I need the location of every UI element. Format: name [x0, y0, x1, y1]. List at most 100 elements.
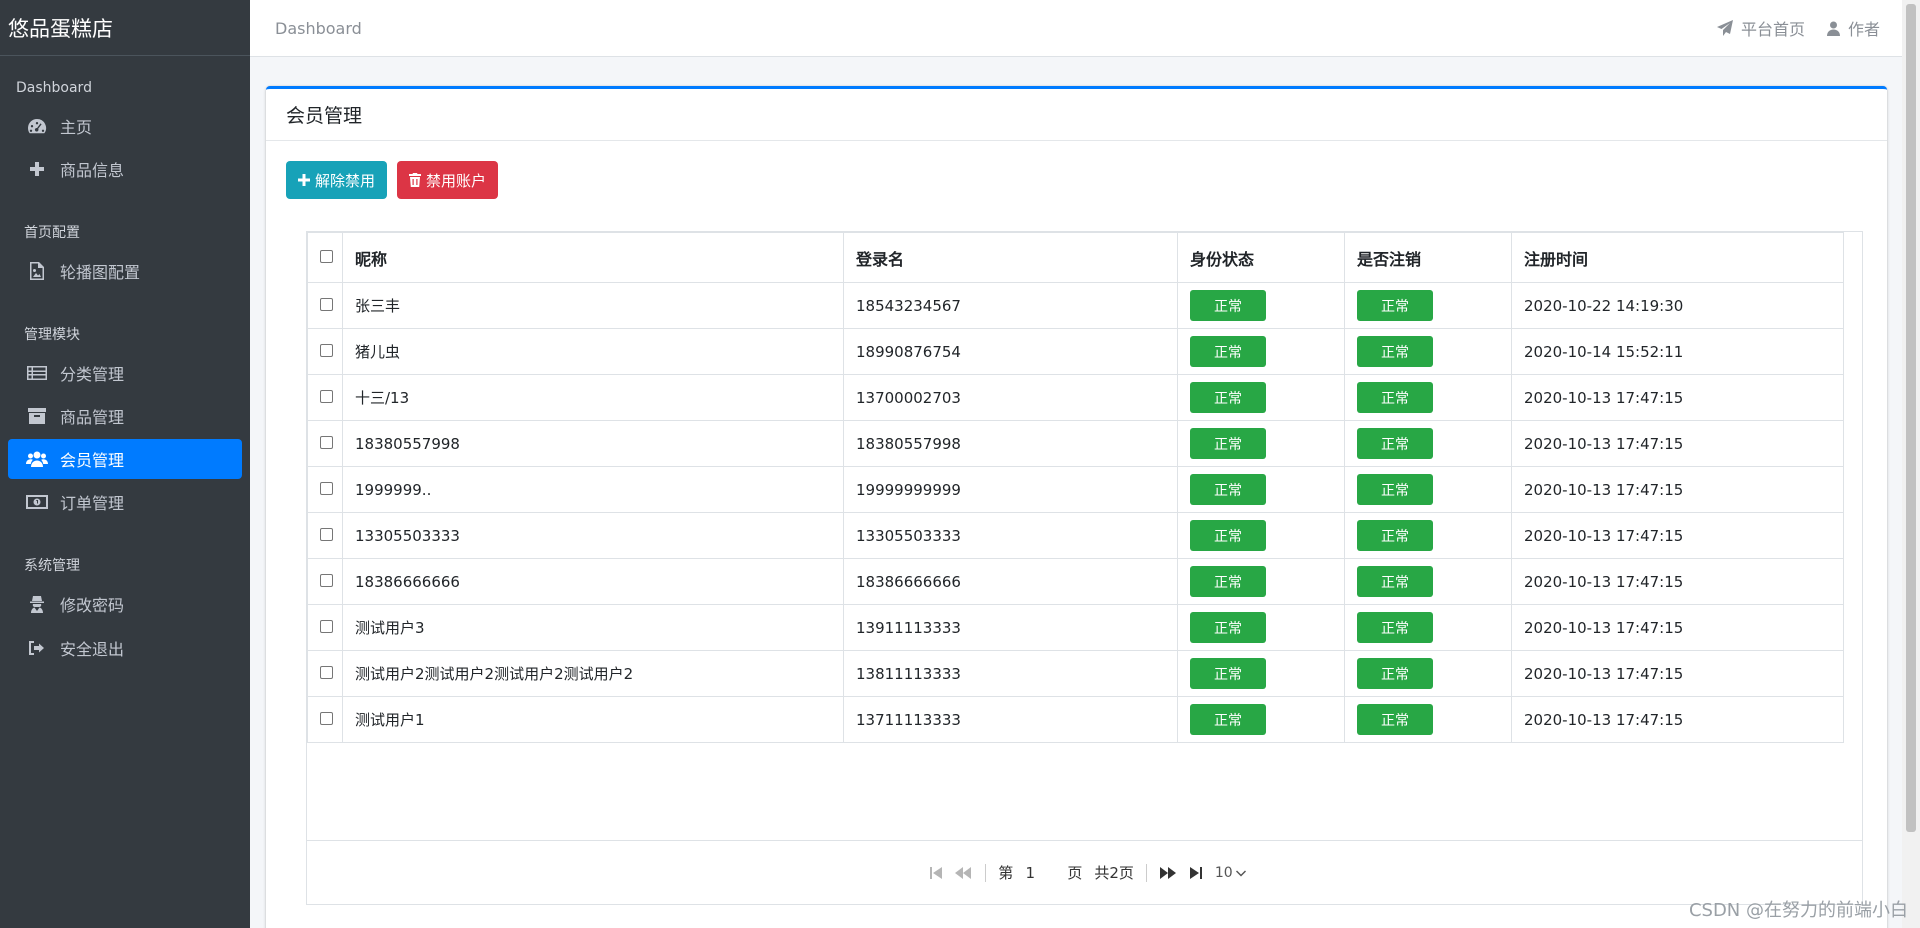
row-checkbox[interactable] [320, 435, 333, 449]
sidebar-item-label: 会员管理 [60, 451, 125, 470]
action-buttons: 解除禁用 禁用账户 [286, 161, 508, 199]
register-time-cell: 2020-10-13 17:47:15 [1511, 466, 1844, 513]
table-row[interactable]: 测试用户2测试用户2测试用户2测试用户2 13811113333 正常 正常 2020-… [307, 650, 1844, 697]
row-checkbox[interactable] [320, 343, 333, 357]
deleted-cell: 正常 [1344, 512, 1512, 559]
table-row[interactable]: 1999999.. 19999999999 正常 正常 2020-10-13 17:47… [307, 466, 1844, 513]
register-time-cell: 2020-10-13 17:47:15 [1511, 558, 1844, 605]
brand-title[interactable]: 悠品蛋糕店 [0, 0, 250, 56]
row-checkbox[interactable] [320, 527, 333, 541]
page-scrollbar[interactable] [1902, 0, 1920, 928]
deleted-badge[interactable]: 正常 [1357, 474, 1433, 505]
row-select-cell [307, 650, 343, 697]
first-page-button[interactable] [929, 866, 943, 880]
page-size-select[interactable]: 10 [1215, 865, 1246, 881]
login-cell: 18990876754 [843, 328, 1178, 375]
nickname-cell: 18386666666 [342, 558, 844, 605]
next-page-button[interactable] [1159, 866, 1177, 880]
sidebar-item-carousel[interactable]: 轮播图配置 [8, 251, 242, 291]
deleted-badge[interactable]: 正常 [1357, 566, 1433, 597]
status-badge[interactable]: 正常 [1190, 382, 1266, 413]
table-row[interactable]: 测试用户3 13911113333 正常 正常 2020-10-13 17:47:15 [307, 604, 1844, 651]
status-badge[interactable]: 正常 [1190, 566, 1266, 597]
deleted-cell: 正常 [1344, 328, 1512, 375]
row-checkbox[interactable] [320, 297, 333, 311]
deleted-badge[interactable]: 正常 [1357, 336, 1433, 367]
status-badge[interactable]: 正常 [1190, 704, 1266, 735]
deleted-badge[interactable]: 正常 [1357, 290, 1433, 321]
status-cell: 正常 [1177, 558, 1345, 605]
row-checkbox[interactable] [320, 389, 333, 403]
table-row[interactable]: 13305503333 13305503333 正常 正常 2020-10-13 17:… [307, 512, 1844, 559]
nickname-cell: 猪儿虫 [342, 328, 844, 375]
table-row[interactable]: 18386666666 18386666666 正常 正常 2020-10-13 17:… [307, 558, 1844, 605]
deleted-cell: 正常 [1344, 650, 1512, 697]
sidebar-item-order[interactable]: 订单管理 [8, 482, 242, 522]
sidebar-item-goods-info[interactable]: 商品信息 [8, 149, 242, 189]
platform-home-link[interactable]: 平台首页 [1716, 16, 1805, 40]
table-row[interactable]: 十三/13 13700002703 正常 正常 2020-10-13 17:47:15 [307, 374, 1844, 421]
header-register-time[interactable]: 注册时间 [1511, 232, 1844, 283]
sidebar-section-system: 系统管理 [24, 558, 80, 574]
deleted-badge[interactable]: 正常 [1357, 704, 1433, 735]
sidebar-item-category[interactable]: 分类管理 [8, 353, 242, 393]
header-status[interactable]: 身份状态 [1177, 232, 1345, 283]
row-checkbox[interactable] [320, 619, 333, 633]
status-badge[interactable]: 正常 [1190, 612, 1266, 643]
sidebar-section-home-config: 首页配置 [24, 225, 80, 241]
table-row[interactable]: 张三丰 18543234567 正常 正常 2020-10-22 14:19:30 [307, 282, 1844, 329]
deleted-badge[interactable]: 正常 [1357, 382, 1433, 413]
status-cell: 正常 [1177, 512, 1345, 559]
sidebar-item-member[interactable]: 会员管理 [8, 439, 242, 479]
status-badge[interactable]: 正常 [1190, 290, 1266, 321]
first-page-icon [930, 866, 943, 879]
sidebar-item-change-password[interactable]: 修改密码 [8, 584, 242, 624]
status-badge[interactable]: 正常 [1190, 428, 1266, 459]
row-checkbox[interactable] [320, 481, 333, 495]
page-number-input[interactable]: 1 [1013, 864, 1047, 882]
breadcrumb[interactable]: Dashboard [275, 19, 362, 38]
row-checkbox[interactable] [320, 573, 333, 587]
register-time-cell: 2020-10-13 17:47:15 [1511, 512, 1844, 559]
table-row[interactable]: 猪儿虫 18990876754 正常 正常 2020-10-14 15:52:11 [307, 328, 1844, 375]
author-link[interactable]: 作者 [1826, 16, 1880, 40]
table-row[interactable]: 18380557998 18380557998 正常 正常 2020-10-13 17:… [307, 420, 1844, 467]
deleted-badge[interactable]: 正常 [1357, 658, 1433, 689]
ban-account-button[interactable]: 禁用账户 [397, 161, 499, 199]
deleted-badge[interactable]: 正常 [1357, 520, 1433, 551]
nickname-cell: 十三/13 [342, 374, 844, 421]
status-badge[interactable]: 正常 [1190, 658, 1266, 689]
member-management-card: 会员管理 解除禁用 禁用账户 昵称 登录名 身份状态 是否注销 注册时间 张三丰… [266, 86, 1887, 928]
sidebar-item-home[interactable]: 主页 [8, 106, 242, 146]
row-checkbox[interactable] [320, 665, 333, 679]
unban-button[interactable]: 解除禁用 [286, 161, 388, 199]
author-label: 作者 [1847, 20, 1880, 39]
login-cell: 18543234567 [843, 282, 1178, 329]
prev-page-button[interactable] [955, 866, 973, 880]
status-badge[interactable]: 正常 [1190, 520, 1266, 551]
page-prefix: 第 [998, 864, 1014, 882]
pager-separator [985, 863, 987, 882]
sidebar-item-logout[interactable]: 安全退出 [8, 628, 242, 668]
deleted-cell: 正常 [1344, 374, 1512, 421]
user-icon [1826, 21, 1840, 36]
last-page-button[interactable] [1189, 866, 1203, 880]
select-all-checkbox[interactable] [320, 250, 333, 263]
status-cell: 正常 [1177, 604, 1345, 651]
status-cell: 正常 [1177, 650, 1345, 697]
header-deleted[interactable]: 是否注销 [1344, 232, 1512, 283]
header-nickname[interactable]: 昵称 [342, 232, 844, 283]
scrollbar-thumb[interactable] [1906, 4, 1916, 832]
sidebar-item-goods-management[interactable]: 商品管理 [8, 396, 242, 436]
header-login[interactable]: 登录名 [843, 232, 1178, 283]
status-badge[interactable]: 正常 [1190, 474, 1266, 505]
row-select-cell [307, 512, 343, 559]
row-checkbox[interactable] [320, 711, 333, 725]
deleted-badge[interactable]: 正常 [1357, 428, 1433, 459]
pagination: 第 1 页 共2页 10 [307, 840, 1862, 904]
table-row[interactable]: 测试用户1 13711113333 正常 正常 2020-10-13 17:47:15 [307, 696, 1844, 743]
login-cell: 13305503333 [843, 512, 1178, 559]
status-badge[interactable]: 正常 [1190, 336, 1266, 367]
nickname-cell: 13305503333 [342, 512, 844, 559]
deleted-badge[interactable]: 正常 [1357, 612, 1433, 643]
